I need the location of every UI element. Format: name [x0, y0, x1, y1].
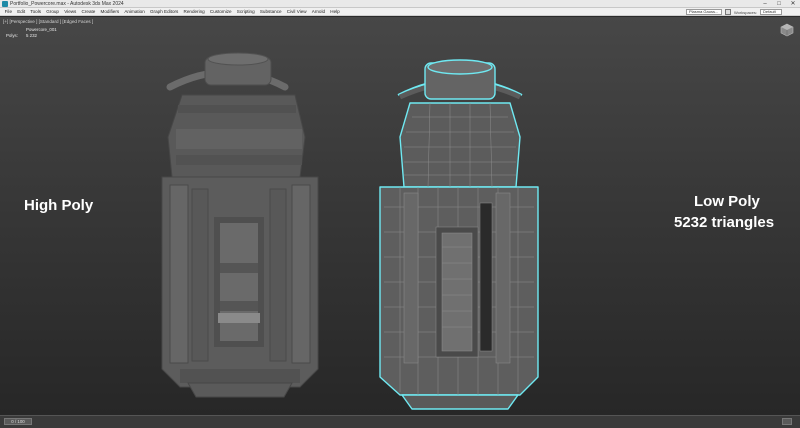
minimize-button[interactable]: –: [758, 0, 772, 8]
menu-item-graph-editors[interactable]: Graph Editors: [147, 8, 181, 16]
frame-counter[interactable]: 0 / 100: [4, 418, 32, 425]
time-slider-next-button[interactable]: [782, 418, 792, 425]
menu-item-scripting[interactable]: Scripting: [234, 8, 257, 16]
workspaces-label: Workspaces:: [733, 9, 757, 15]
time-slider[interactable]: 0 / 100: [0, 415, 800, 428]
menu-item-civil-view[interactable]: Civil View: [284, 8, 309, 16]
perspective-viewport[interactable]: [+] [Perspective ] [Standard ] [Edged Fa…: [0, 17, 800, 415]
search-input[interactable]: Plasma Gauss...: [685, 9, 722, 15]
menu-item-file[interactable]: File: [2, 8, 15, 16]
triangle-count-caption: 5232 triangles: [674, 214, 775, 231]
menu-item-tools[interactable]: Tools: [28, 8, 44, 16]
menu-item-rendering[interactable]: Rendering: [181, 8, 207, 16]
menu-item-customize[interactable]: Customize: [207, 8, 234, 16]
window-title: Portfolio_Powercore.max - Autodesk 3ds M…: [10, 1, 124, 7]
low-poly-caption: Low Poly: [694, 193, 760, 210]
menu-list: File Edit Tools Group Views Create Modifiers An…: [2, 8, 342, 16]
app-icon: [2, 1, 8, 7]
menu-item-group[interactable]: Group: [44, 8, 62, 16]
menu-item-modifiers[interactable]: Modifiers: [98, 8, 122, 16]
title-bar: Portfolio_Powercore.max - Autodesk 3ds M…: [0, 0, 800, 8]
menu-item-animation[interactable]: Animation: [122, 8, 148, 16]
high-poly-powercore: [161, 52, 319, 398]
sign-in-icon[interactable]: [724, 9, 731, 15]
high-poly-caption: High Poly: [24, 197, 94, 214]
menu-right-tools: Plasma Gauss... Workspaces: Default: [685, 8, 782, 16]
menu-item-substance[interactable]: Substance: [257, 8, 284, 16]
menu-item-edit[interactable]: Edit: [15, 8, 28, 16]
menu-item-arnold[interactable]: Arnold: [309, 8, 327, 16]
menu-item-help[interactable]: Help: [328, 8, 343, 16]
window-controls: – □ ✕: [758, 0, 800, 8]
menu-item-create[interactable]: Create: [79, 8, 98, 16]
menu-bar: File Edit Tools Group Views Create Modifiers An…: [0, 8, 800, 16]
menu-item-views[interactable]: Views: [62, 8, 79, 16]
workspaces-dropdown[interactable]: Default: [760, 9, 782, 15]
maximize-button[interactable]: □: [772, 0, 786, 8]
close-button[interactable]: ✕: [786, 0, 800, 8]
